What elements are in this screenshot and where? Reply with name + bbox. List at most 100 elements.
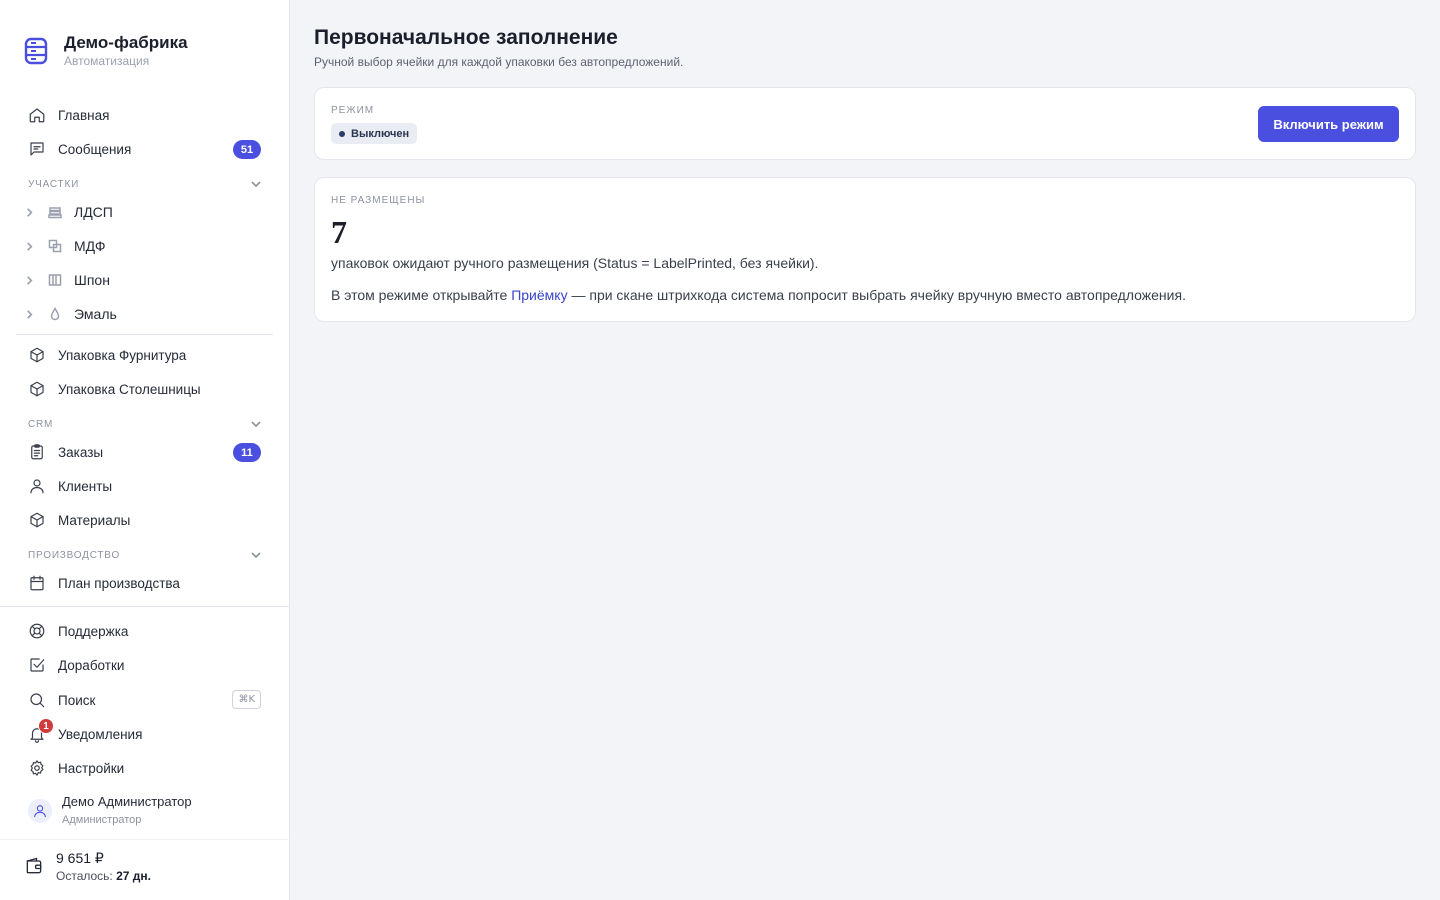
mode-label: Режим [331,105,375,116]
wallet-amount: 9 651 ₽ [56,850,104,866]
nav-notifications[interactable]: 1 Уведомления [16,718,273,749]
chevron-down-icon [251,421,261,428]
page-title: Первоначальное заполнение [314,26,618,49]
page-subtitle: Ручной выбор ячейки для каждой упаковки … [314,55,684,69]
receiving-link[interactable]: Приёмку [511,287,567,303]
nav-packaging-hardware[interactable]: Упаковка Фурнитура [16,340,273,370]
chat-icon [28,140,46,158]
nav-packaging-countertops[interactable]: Упаковка Столешницы [16,374,273,404]
clipboard-icon [28,443,46,461]
wallet-remaining-value: 27 дн. [116,869,151,883]
wallet-remaining-label: Осталось: [56,869,113,883]
chevron-right-icon [24,275,36,286]
nav-home-label: Главная [58,107,110,123]
calendar-icon [28,574,46,592]
unplaced-label: Не размещены [331,195,426,206]
section-areas[interactable]: Участки [28,178,262,190]
user-name: Демо Администратор [62,794,192,809]
chevron-right-icon [24,207,36,218]
notifications-count-badge: 1 [38,718,54,734]
area-item-enamel[interactable]: Эмаль [24,299,264,329]
chevron-down-icon [251,552,261,559]
status-dot-icon [339,130,345,137]
nav-search[interactable]: Поиск ⌘K [16,685,273,715]
area-item-ldsp[interactable]: ЛДСП [24,197,264,227]
nav-packaging-hardware-label: Упаковка Фурнитура [58,347,187,363]
brand-name: Демо-фабрика [64,33,188,52]
unplaced-count: 7 [331,214,347,250]
nav-search-label: Поиск [58,692,96,708]
sidebar: Демо-фабрика Автоматизация Главная Сообщ… [0,0,290,900]
area-item-label: Эмаль [74,306,117,322]
nav-messages-label: Сообщения [58,141,132,157]
server-logo-icon [24,37,48,65]
brand[interactable]: Демо-фабрика Автоматизация [24,34,188,68]
nav-improvements-label: Доработки [58,657,125,673]
user-avatar-icon [34,805,46,818]
nav-notifications-label: Уведомления [58,726,143,742]
checkbox-icon [28,656,46,674]
gear-icon [28,759,46,777]
messages-count-badge: 51 [233,140,261,159]
wallet-icon [24,856,44,876]
user-icon [28,477,46,495]
nav-materials[interactable]: Материалы [16,505,273,535]
columns-icon [48,273,62,287]
lifebuoy-icon [28,622,46,640]
chevron-right-icon [24,241,36,252]
area-item-label: МДФ [74,238,106,254]
nav-production-plan[interactable]: План производства [16,568,273,598]
divider [16,334,273,335]
wallet-balance[interactable]: 9 651 ₽ Осталось: 27 дн. [24,850,151,883]
hint-text-before: В этом режиме открывайте [331,287,512,303]
area-item-mdf[interactable]: МДФ [24,231,264,261]
chevron-right-icon [24,309,36,320]
status-badge: Выключен [331,123,418,144]
divider [0,839,290,840]
nav-improvements[interactable]: Доработки [16,650,273,680]
mode-card: Режим Выключен Включить режим [314,87,1416,160]
wallet-remaining: Осталось: 27 дн. [56,869,151,883]
section-crm-label: CRM [28,418,54,430]
copy-icon [48,239,62,253]
nav-clients[interactable]: Клиенты [16,471,273,501]
package-icon [28,380,46,398]
orders-count-badge: 11 [233,443,261,462]
nav-production-plan-label: План производства [58,575,180,591]
area-item-label: ЛДСП [74,204,113,220]
search-shortcut: ⌘K [232,690,261,709]
nav-messages[interactable]: Сообщения 51 [16,134,273,164]
nav-clients-label: Клиенты [58,478,113,494]
area-item-veneer[interactable]: Шпон [24,265,264,295]
avatar [28,799,52,823]
nav-home[interactable]: Главная [16,100,273,130]
nav-support-label: Поддержка [58,623,129,639]
nav-support[interactable]: Поддержка [16,616,273,646]
section-areas-label: Участки [28,178,80,190]
unplaced-hint: В этом режиме открывайте Приёмку — при с… [331,287,1186,303]
brand-subtitle: Автоматизация [64,54,150,68]
enable-mode-button[interactable]: Включить режим [1258,106,1399,142]
chevron-down-icon [251,181,261,188]
package-icon [28,346,46,364]
divider [0,606,290,607]
unplaced-description: упаковок ожидают ручного размещения (Sta… [331,255,819,271]
unplaced-card: Не размещены 7 упаковок ожидают ручного … [314,177,1416,322]
nav-materials-label: Материалы [58,512,131,528]
search-icon [28,691,46,709]
section-production-label: Производство [28,549,121,561]
home-icon [28,106,46,124]
layers-icon [48,205,62,219]
section-crm[interactable]: CRM [28,418,262,430]
user-role: Администратор [62,814,142,826]
nav-settings[interactable]: Настройки [16,753,273,783]
nav-orders-label: Заказы [58,444,104,460]
user-profile[interactable]: Демо Администратор Администратор [28,794,192,826]
area-item-label: Шпон [74,272,110,288]
section-production[interactable]: Производство [28,549,262,561]
status-text: Выключен [351,127,410,140]
nav-settings-label: Настройки [58,760,125,776]
cube-icon [28,511,46,529]
nav-packaging-countertops-label: Упаковка Столешницы [58,381,201,397]
nav-orders[interactable]: Заказы 11 [16,437,273,467]
